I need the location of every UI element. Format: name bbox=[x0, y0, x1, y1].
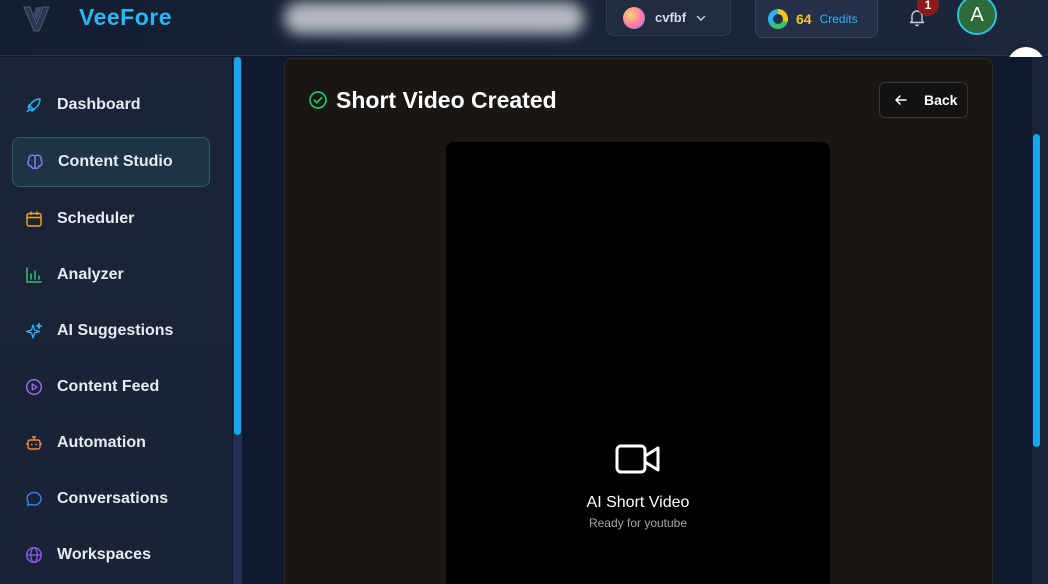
user-avatar[interactable]: A bbox=[957, 0, 997, 35]
brain-icon bbox=[25, 152, 45, 172]
workspace-avatar bbox=[623, 6, 645, 29]
sparkles-icon bbox=[24, 321, 44, 341]
workspace-switcher[interactable]: cvfbf bbox=[606, 0, 731, 36]
sidebar-item-conversations[interactable]: Conversations bbox=[12, 474, 210, 524]
video-camera-icon bbox=[615, 444, 660, 474]
rocket-icon bbox=[24, 95, 44, 115]
credits-ring-icon bbox=[768, 8, 788, 29]
sidebar-item-content-studio[interactable]: Content Studio bbox=[12, 137, 210, 187]
video-title: AI Short Video bbox=[586, 494, 690, 511]
chevron-down-icon bbox=[696, 15, 706, 21]
brand-name[interactable]: VeeFore bbox=[79, 4, 172, 31]
sidebar-item-label: AI Suggestions bbox=[57, 322, 174, 339]
top-bar: VeeFore cvfbf 64 Credits 1 A bbox=[0, 0, 1048, 56]
back-button[interactable]: Back bbox=[879, 82, 968, 118]
sidebar-item-content-feed[interactable]: Content Feed bbox=[12, 362, 210, 412]
sidebar-item-analyzer[interactable]: Analyzer bbox=[12, 250, 210, 300]
sidebar-item-label: Conversations bbox=[57, 490, 169, 507]
globe-icon bbox=[24, 545, 44, 565]
check-circle-icon bbox=[309, 91, 327, 109]
credits-count: 64 bbox=[796, 10, 812, 27]
sidebar-item-label: Content Feed bbox=[57, 378, 160, 395]
page-title: Short Video Created bbox=[336, 86, 557, 113]
sidebar-item-ai-suggestions[interactable]: AI Suggestions bbox=[12, 306, 210, 356]
play-circle-icon bbox=[24, 377, 44, 397]
blurred-search-bar bbox=[284, 2, 584, 34]
page-scrollbar-thumb[interactable] bbox=[1033, 134, 1040, 447]
card-header: Short Video Created bbox=[308, 86, 557, 114]
arrow-left-icon bbox=[895, 95, 907, 105]
sidebar-item-label: Automation bbox=[57, 434, 146, 451]
sidebar-item-label: Content Studio bbox=[58, 153, 173, 170]
sidebar-item-scheduler[interactable]: Scheduler bbox=[12, 194, 210, 244]
sidebar-item-workspaces[interactable]: Workspaces bbox=[12, 530, 210, 580]
sidebar-item-label: Dashboard bbox=[57, 96, 141, 113]
sidebar-item-label: Analyzer bbox=[57, 266, 124, 283]
calendar-icon bbox=[24, 209, 44, 229]
sidebar-item-label: Workspaces bbox=[57, 546, 151, 563]
bar-chart-icon bbox=[24, 265, 44, 285]
bot-icon bbox=[24, 433, 44, 453]
credits-label: Credits bbox=[819, 11, 858, 26]
back-button-label: Back bbox=[924, 92, 958, 108]
video-subtitle: Ready for youtube bbox=[588, 516, 688, 530]
veefore-logo-icon[interactable] bbox=[22, 4, 56, 34]
chat-icon bbox=[24, 489, 44, 509]
sidebar-item-dashboard[interactable]: Dashboard bbox=[12, 80, 210, 130]
sidebar-scrollbar-thumb[interactable] bbox=[234, 57, 241, 435]
workspace-name: cvfbf bbox=[655, 10, 687, 25]
credits-indicator[interactable]: 64 Credits bbox=[755, 0, 878, 38]
sidebar-item-label: Scheduler bbox=[57, 210, 135, 227]
notification-badge: 1 bbox=[917, 0, 939, 16]
sidebar-item-automation[interactable]: Automation bbox=[12, 418, 210, 468]
